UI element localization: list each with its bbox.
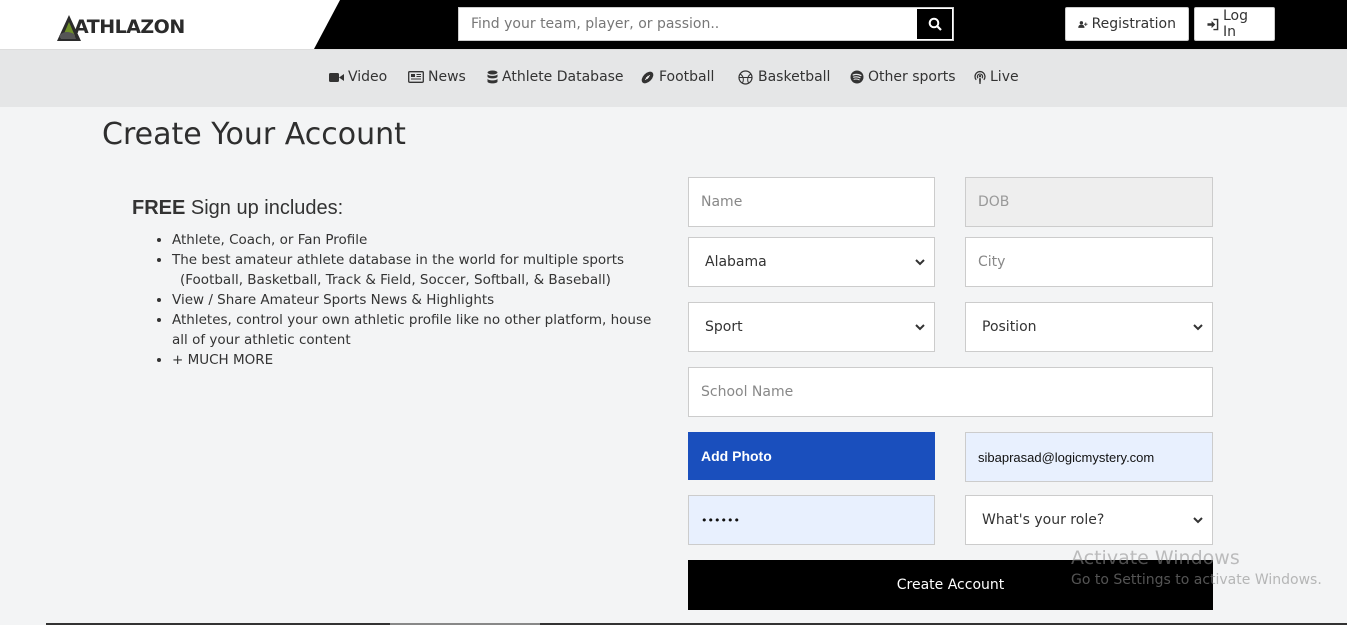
name-field[interactable]: [688, 177, 935, 227]
benefit-item: Athletes, control your own athletic prof…: [172, 310, 662, 350]
basketball-icon: [738, 69, 753, 85]
nav-item-video[interactable]: Video: [329, 67, 387, 87]
search-input[interactable]: [459, 8, 916, 40]
sport-select-value: Sport: [705, 319, 743, 335]
signup-heading-text: Sign up includes:: [185, 197, 344, 219]
state-select-value: Alabama: [705, 254, 767, 270]
nav-label-football: Football: [659, 69, 715, 85]
football-icon: [641, 71, 654, 83]
nav-item-news[interactable]: News: [408, 67, 466, 87]
signup-heading: FREE Sign up includes:: [132, 197, 343, 220]
nav-item-athlete-database[interactable]: Athlete Database: [487, 67, 624, 87]
add-photo-button[interactable]: Add Photo: [688, 432, 935, 480]
email-field[interactable]: sibaprasad@logicmystery.com: [965, 432, 1213, 482]
benefit-item: View / Share Amateur Sports News & Highl…: [172, 290, 662, 310]
athlazon-logo-icon: [57, 15, 81, 41]
chevron-down-icon: [1193, 517, 1203, 524]
nav-item-live[interactable]: Live: [974, 67, 1019, 87]
benefit-item: The best amateur athlete database in the…: [172, 250, 662, 290]
chevron-down-icon: [915, 259, 925, 266]
nav-label-video: Video: [348, 69, 388, 85]
email-field-value: sibaprasad@logicmystery.com: [978, 449, 1155, 465]
nav-label-news: News: [428, 69, 466, 85]
nav-label-other-sports: Other sports: [868, 69, 956, 85]
position-select[interactable]: Position: [965, 302, 1213, 352]
search-bar: [458, 7, 954, 41]
login-label: Log In: [1222, 8, 1248, 40]
login-button[interactable]: Log In: [1194, 7, 1275, 41]
role-select-value: What's your role?: [982, 512, 1105, 528]
main-nav: Video News Athlete Database Football Bas…: [0, 49, 1347, 107]
nav-item-football[interactable]: Football: [640, 67, 714, 87]
dob-field[interactable]: [965, 177, 1213, 227]
nav-label-basketball: Basketball: [758, 69, 831, 85]
benefits-list: Athlete, Coach, or Fan Profile The best …: [172, 230, 662, 370]
password-field-value: ••••••: [701, 513, 740, 527]
search-icon: [928, 17, 942, 31]
nav-item-basketball[interactable]: Basketball: [738, 67, 830, 87]
logo-text: ATHLAZON: [74, 16, 185, 38]
registration-button[interactable]: Registration: [1065, 7, 1189, 41]
spotify-icon: [850, 70, 864, 84]
nav-label-live: Live: [990, 69, 1019, 85]
database-icon: [487, 70, 498, 84]
chevron-down-icon: [1193, 324, 1203, 331]
site-logo[interactable]: ATHLAZON: [56, 12, 185, 42]
benefit-text: The best amateur athlete database in the…: [172, 252, 625, 268]
benefit-item: Athlete, Coach, or Fan Profile: [172, 230, 662, 250]
newspaper-icon: [408, 71, 424, 83]
top-header: ATHLAZON Registration Log In: [0, 0, 1347, 49]
benefit-item: + MUCH MORE: [172, 350, 662, 370]
video-camera-icon: [329, 72, 344, 82]
benefit-text: Athlete, Coach, or Fan Profile: [172, 232, 368, 248]
activate-windows-subtitle: Go to Settings to activate Windows.: [1071, 572, 1322, 588]
registration-label: Registration: [1091, 16, 1176, 32]
nav-item-other-sports[interactable]: Other sports: [850, 67, 956, 87]
benefit-text: + MUCH MORE: [172, 352, 274, 368]
page-title: Create Your Account: [102, 117, 406, 152]
benefit-text: View / Share Amateur Sports News & Highl…: [172, 292, 495, 308]
search-button[interactable]: [916, 8, 953, 40]
add-user-icon: [1078, 20, 1088, 28]
city-field[interactable]: [965, 237, 1213, 287]
position-select-value: Position: [982, 319, 1037, 335]
password-field[interactable]: ••••••: [688, 495, 935, 545]
nav-label-athlete-database: Athlete Database: [502, 69, 624, 85]
benefit-text: Athletes, control your own athletic prof…: [172, 312, 652, 348]
role-select[interactable]: What's your role?: [965, 495, 1213, 545]
school-name-field[interactable]: [688, 367, 1213, 417]
benefit-subtext: (Football, Basketball, Track & Field, So…: [180, 272, 611, 288]
sign-in-icon: [1207, 18, 1219, 30]
chevron-down-icon: [915, 324, 925, 331]
sport-select[interactable]: Sport: [688, 302, 935, 352]
podcast-icon: [974, 70, 986, 84]
activate-windows-title: Activate Windows: [1071, 547, 1240, 569]
signup-heading-free: FREE: [132, 197, 186, 219]
state-select[interactable]: Alabama: [688, 237, 935, 287]
